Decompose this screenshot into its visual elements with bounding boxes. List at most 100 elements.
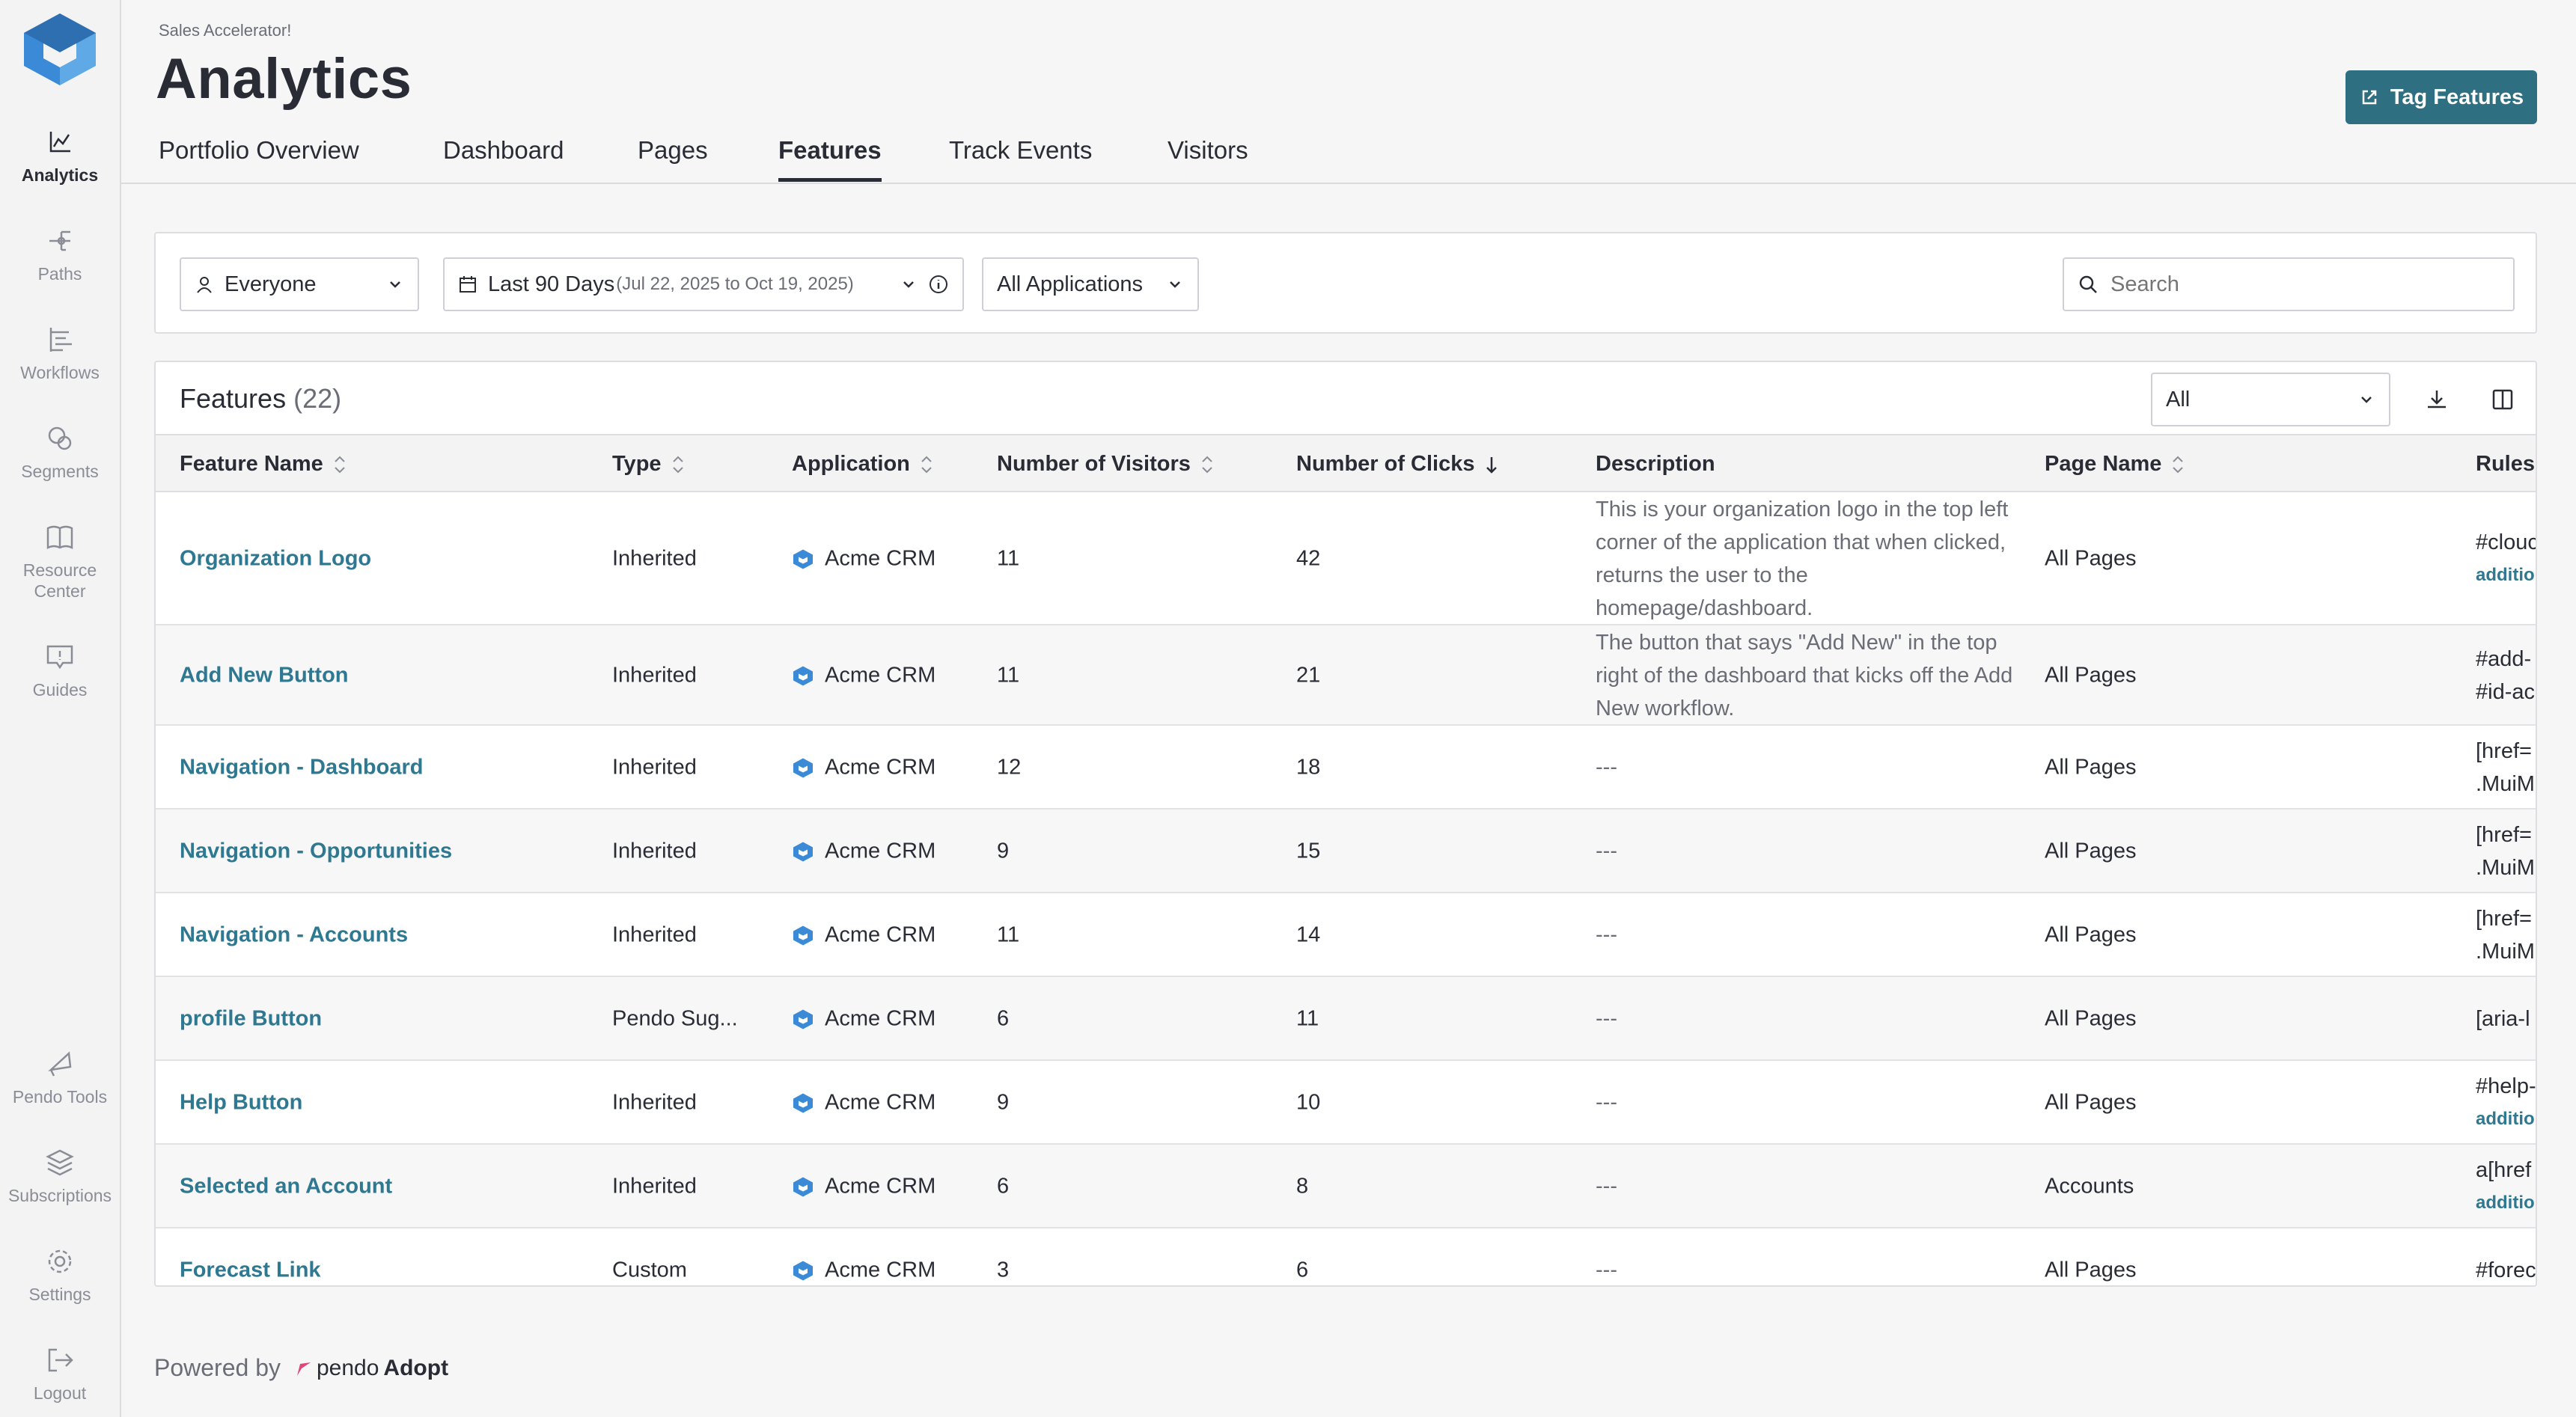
feature-name-link[interactable]: Navigation - Dashboard: [180, 756, 424, 780]
feature-name-link[interactable]: profile Button: [180, 1007, 322, 1032]
sidebar-item-subscriptions[interactable]: Subscriptions: [0, 1146, 120, 1206]
table-row[interactable]: Help Button Inherited Acme CRM 9 10 --- All Pa…: [156, 1061, 2536, 1145]
feature-description: ---: [1596, 1174, 1617, 1199]
rules-cell: #help-additio: [2476, 1070, 2536, 1136]
table-title: Features (22): [180, 383, 342, 414]
feature-description: ---: [1596, 1258, 1617, 1282]
sidebar-item-settings[interactable]: Settings: [0, 1245, 120, 1305]
page-name: All Pages: [2045, 546, 2137, 571]
additional-rules-link[interactable]: additio: [2476, 1103, 2536, 1136]
sidebar-item-pendo-tools[interactable]: Pendo Tools: [0, 1047, 120, 1107]
rule-selector: #help-: [2476, 1074, 2536, 1098]
tab-visitors[interactable]: Visitors: [1168, 136, 1248, 178]
column-header-page-name[interactable]: Page Name: [2045, 452, 2185, 477]
sidebar-item-segments[interactable]: Segments: [0, 422, 120, 482]
tab-track-events[interactable]: Track Events: [949, 136, 1092, 178]
tag-features-button[interactable]: Tag Features: [2345, 70, 2537, 124]
sidebar: Analytics Paths Workflows Segments Resou…: [0, 0, 121, 1417]
tabs-divider: [120, 183, 2576, 184]
click-count: 21: [1296, 663, 1321, 688]
tab-dashboard[interactable]: Dashboard: [443, 136, 564, 178]
application-name: Acme CRM: [825, 839, 936, 863]
segment-select[interactable]: Everyone: [180, 257, 419, 311]
feature-name-link[interactable]: Organization Logo: [180, 547, 371, 572]
visitor-count: 6: [997, 1006, 1010, 1031]
rule-selector: #forec: [2476, 1258, 2536, 1282]
sidebar-item-logout[interactable]: Logout: [0, 1344, 120, 1404]
sidebar-item-workflows[interactable]: Workflows: [0, 323, 120, 383]
page-title: Analytics: [156, 47, 412, 111]
application-cell: Acme CRM: [792, 1007, 936, 1032]
visitor-count: 3: [997, 1258, 1010, 1282]
search-input[interactable]: [2109, 271, 2486, 298]
rules-cell: [aria-l: [2476, 1003, 2530, 1035]
download-icon[interactable]: [2422, 385, 2452, 414]
rule-selector: .MuiM: [2476, 856, 2535, 880]
pendo-brand-icon: [296, 1362, 311, 1376]
table-row[interactable]: Navigation - Dashboard Inherited Acme CRM 1…: [156, 726, 2536, 810]
sort-icon: [1202, 456, 1212, 473]
application-cell: Acme CRM: [792, 923, 936, 948]
sidebar-item-resource-center[interactable]: Resource Center: [0, 521, 120, 602]
tab-features[interactable]: Features: [778, 136, 882, 182]
rule-selector: .MuiM: [2476, 772, 2535, 796]
application-name: Acme CRM: [825, 1006, 936, 1031]
additional-rules-link[interactable]: additio: [2476, 559, 2536, 592]
chevron-down-icon: [903, 281, 914, 288]
acme-app-icon: [793, 549, 813, 569]
tab-portfolio-overview[interactable]: Portfolio Overview: [159, 136, 359, 178]
column-header-feature-name[interactable]: Feature Name: [180, 452, 347, 477]
column-header-type[interactable]: Type: [612, 452, 686, 477]
search-box[interactable]: [2063, 257, 2515, 311]
page-name: All Pages: [2045, 755, 2137, 780]
column-header-application[interactable]: Application: [792, 452, 934, 477]
application-name: Acme CRM: [825, 922, 936, 947]
feature-name-link[interactable]: Add New Button: [180, 664, 349, 688]
feature-name-link[interactable]: Forecast Link: [180, 1258, 321, 1283]
feature-name-link[interactable]: Navigation - Accounts: [180, 923, 408, 948]
additional-rules-link[interactable]: additio: [2476, 1187, 2535, 1219]
table-row[interactable]: profile Button Pendo Sug... Acme CRM 6 11 ---…: [156, 977, 2536, 1061]
application-name: Acme CRM: [825, 663, 936, 688]
table-row[interactable]: Organization Logo Inherited Acme CRM 11 42 Th…: [156, 492, 2537, 625]
table-row[interactable]: Add New Button Inherited Acme CRM 11 21 The b…: [156, 625, 2536, 726]
tab-pages[interactable]: Pages: [638, 136, 708, 178]
breadcrumb[interactable]: Sales Accelerator!: [159, 21, 291, 40]
page-name: All Pages: [2045, 1006, 2137, 1031]
acme-app-icon: [793, 842, 813, 861]
rule-selector: [href=: [2476, 739, 2532, 763]
sidebar-item-paths[interactable]: Paths: [0, 224, 120, 284]
page-name: All Pages: [2045, 922, 2137, 947]
rule-selector: a[href: [2476, 1158, 2532, 1182]
visitor-count: 11: [997, 663, 1020, 688]
rules-cell: #forec: [2476, 1254, 2536, 1285]
sort-icon: [2173, 456, 2184, 473]
table-row[interactable]: Forecast Link Custom Acme CRM 3 6 --- All Page…: [156, 1228, 2536, 1285]
chevron-down-icon: [390, 281, 400, 288]
sort-icon: [672, 456, 683, 473]
feature-name-link[interactable]: Selected an Account: [180, 1175, 392, 1199]
feature-name-link[interactable]: Navigation - Opportunities: [180, 839, 452, 864]
table-row[interactable]: Navigation - Opportunities Inherited Acme …: [156, 810, 2536, 893]
info-icon[interactable]: [928, 274, 949, 295]
rule-selector: #clouc: [2476, 530, 2537, 554]
page-name: All Pages: [2045, 1090, 2137, 1115]
columns-icon[interactable]: [2488, 385, 2518, 414]
application-name: Acme CRM: [825, 1258, 936, 1282]
table-row[interactable]: Selected an Account Inherited Acme CRM 6 8 --…: [156, 1145, 2536, 1228]
column-header-clicks[interactable]: Number of Clicks: [1296, 452, 1499, 477]
acme-app-icon: [793, 1261, 813, 1280]
pendo-logo-icon[interactable]: [21, 12, 99, 87]
filter-bar: Everyone Last 90 Days (Jul 22, 2025 to O…: [154, 232, 2537, 334]
date-range-select[interactable]: Last 90 Days (Jul 22, 2025 to Oct 19, 20…: [443, 257, 964, 311]
sidebar-item-analytics[interactable]: Analytics: [0, 126, 120, 186]
table-row[interactable]: Navigation - Accounts Inherited Acme CRM 11…: [156, 893, 2536, 977]
feature-type: Inherited: [612, 839, 697, 863]
applications-select[interactable]: All Applications: [982, 257, 1199, 311]
sidebar-item-guides[interactable]: Guides: [0, 640, 120, 700]
rules-cell: [href= .MuiM: [2476, 818, 2535, 884]
feature-type-filter[interactable]: All: [2151, 373, 2390, 426]
column-header-visitors[interactable]: Number of Visitors: [997, 452, 1215, 477]
feature-name-link[interactable]: Help Button: [180, 1091, 302, 1115]
feature-description: ---: [1596, 1006, 1617, 1031]
